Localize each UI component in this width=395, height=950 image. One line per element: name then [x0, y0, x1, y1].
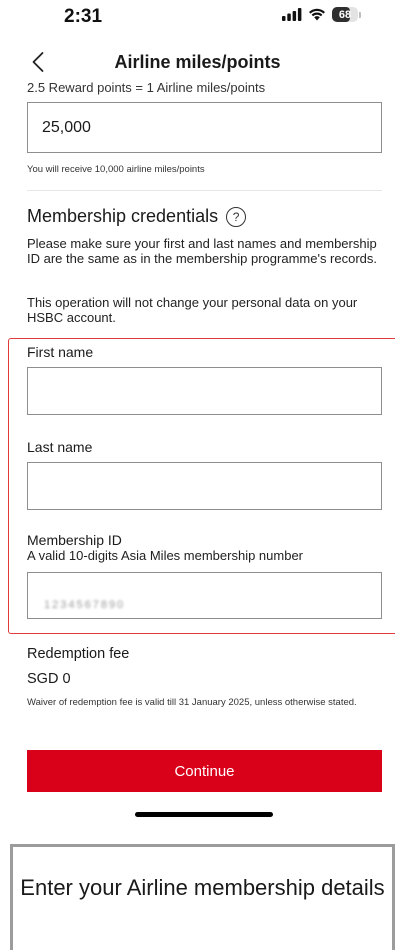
- receive-miles-text: You will receive 10,000 airline miles/po…: [27, 164, 205, 175]
- question-circle-icon[interactable]: ?: [226, 206, 247, 227]
- home-indicator: [135, 812, 273, 817]
- caption-card: Enter your Airline membership details: [10, 844, 395, 950]
- page-title: Airline miles/points: [114, 52, 281, 72]
- status-icons: 68: [282, 7, 361, 22]
- credentials-title: Membership credentials: [27, 206, 219, 226]
- membership-id-input[interactable]: 1234567890: [27, 572, 382, 619]
- last-name-label: Last name: [27, 439, 93, 455]
- first-name-label: First name: [27, 344, 94, 360]
- conversion-rate-text: 2.5 Reward points = 1 Airline miles/poin…: [27, 80, 266, 95]
- caption-text: Enter your Airline membership details: [20, 875, 385, 900]
- credentials-header: Membership credentials ?: [27, 206, 247, 227]
- continue-button[interactable]: Continue: [27, 750, 382, 792]
- redemption-fee-value: SGD 0: [27, 671, 71, 687]
- membership-id-hint: A valid 10-digits Asia Miles membership …: [27, 548, 304, 563]
- redemption-fee-label: Redemption fee: [27, 646, 130, 662]
- points-input[interactable]: 25,000: [27, 102, 382, 153]
- first-name-input[interactable]: [27, 367, 382, 415]
- nav-bar: Airline miles/points: [0, 44, 395, 80]
- last-name-input[interactable]: [27, 462, 382, 510]
- section-divider: [27, 190, 382, 191]
- status-time: 2:31: [64, 6, 103, 27]
- credentials-notice: This operation will not change your pers…: [27, 295, 358, 325]
- fee-waiver-text: Waiver of redemption fee is valid till 3…: [27, 697, 357, 708]
- membership-id-label: Membership ID: [27, 532, 122, 548]
- battery-level: 68: [338, 8, 352, 21]
- credentials-description: Please make sure your first and last nam…: [27, 236, 378, 266]
- signal-icon: [282, 8, 302, 21]
- battery-icon: 68: [332, 7, 361, 22]
- wifi-icon: [309, 8, 325, 21]
- help-glyph: ?: [232, 209, 240, 224]
- status-bar: 2:31 68: [0, 0, 395, 40]
- membership-id-placeholder: 1234567890: [44, 599, 126, 611]
